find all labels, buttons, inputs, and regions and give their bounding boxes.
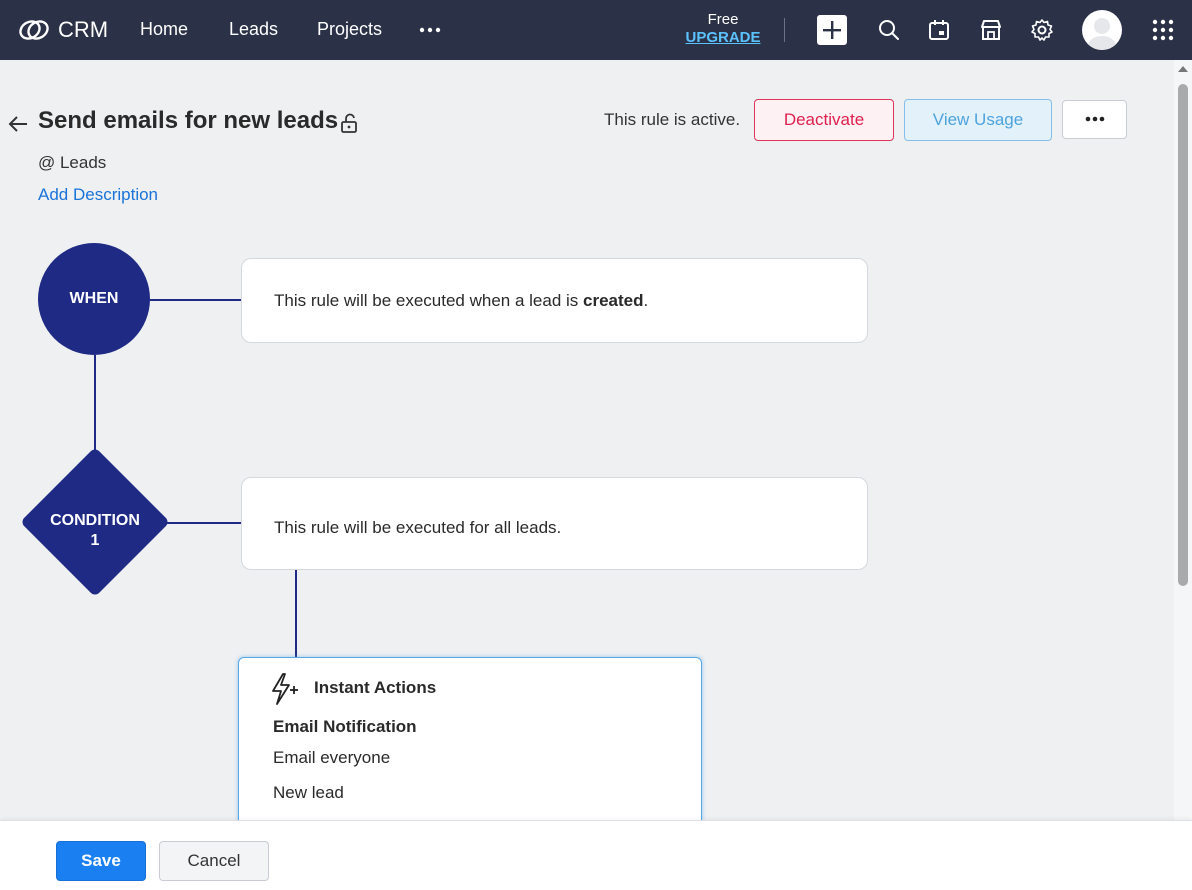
action-line: Email everyone (273, 748, 391, 767)
connector-when-condition (94, 355, 96, 455)
view-usage-button[interactable]: View Usage (904, 99, 1052, 141)
more-options-button[interactable] (1062, 100, 1127, 139)
unlock-icon[interactable] (338, 112, 360, 134)
top-navigation-bar: CRM Home Leads Projects Free UPGRADE (0, 0, 1192, 60)
condition-card[interactable]: This rule will be executed for all leads… (241, 477, 868, 570)
action-line: New lead (273, 783, 344, 802)
crm-logo-icon (19, 20, 49, 40)
lightning-plus-icon (272, 673, 298, 705)
upgrade-link[interactable]: UPGRADE (680, 29, 766, 47)
rule-status-text: This rule is active. (604, 110, 741, 129)
when-card-text: This rule will be executed when a lead i… (274, 291, 648, 311)
instant-actions-title: Instant Actions (314, 678, 437, 697)
condition-label-line2: 1 (90, 532, 100, 549)
apps-grid-icon[interactable] (1152, 19, 1174, 41)
crm-brand[interactable]: CRM (18, 14, 108, 46)
deactivate-button[interactable]: Deactivate (754, 99, 894, 141)
nav-item-leads[interactable]: Leads (229, 19, 278, 40)
add-description-link[interactable]: Add Description (38, 185, 158, 205)
marketplace-icon[interactable] (978, 17, 1004, 43)
module-label: @ Leads (38, 153, 107, 172)
calendar-icon[interactable] (926, 17, 952, 43)
cancel-button[interactable]: Cancel (159, 841, 269, 881)
action-type: Email Notification (273, 717, 417, 736)
user-avatar-icon (1088, 18, 1116, 50)
connector-when-card (150, 299, 242, 301)
footer-bar: Save Cancel (0, 820, 1192, 890)
brand-name: CRM (58, 17, 109, 42)
nav-item-home[interactable]: Home (140, 19, 188, 40)
when-node-label: WHEN (69, 290, 119, 307)
when-text-prefix: This rule will be executed when a lead i… (274, 291, 583, 310)
search-icon[interactable] (876, 17, 902, 43)
save-button[interactable]: Save (56, 841, 146, 881)
scrollbar-thumb[interactable] (1178, 84, 1188, 586)
plan-block: Free UPGRADE (680, 11, 766, 47)
plan-label: Free (707, 11, 739, 28)
condition-node-label: CONDITION 1 (20, 511, 170, 551)
when-node: WHEN (38, 243, 150, 355)
condition-card-text: This rule will be executed for all leads… (274, 518, 562, 537)
page-title: Send emails for new leads (38, 107, 339, 134)
gear-icon[interactable] (1029, 17, 1055, 43)
plus-icon (823, 21, 841, 39)
back-arrow-icon[interactable] (6, 112, 30, 136)
more-horizontal-icon[interactable] (418, 18, 442, 42)
more-horizontal-icon (1085, 116, 1104, 122)
when-card[interactable]: This rule will be executed when a lead i… (241, 258, 868, 343)
nav-item-projects[interactable]: Projects (317, 19, 382, 40)
nav-divider (784, 18, 785, 42)
condition-label-line1: CONDITION (50, 512, 140, 529)
avatar[interactable] (1082, 10, 1122, 50)
scroll-up-arrow-icon[interactable] (1178, 66, 1188, 72)
connector-condition-actions (295, 570, 297, 658)
when-text-event: created (583, 291, 644, 310)
connector-condition-card (166, 522, 242, 524)
when-text-suffix: . (643, 291, 649, 310)
create-button[interactable] (817, 15, 847, 45)
